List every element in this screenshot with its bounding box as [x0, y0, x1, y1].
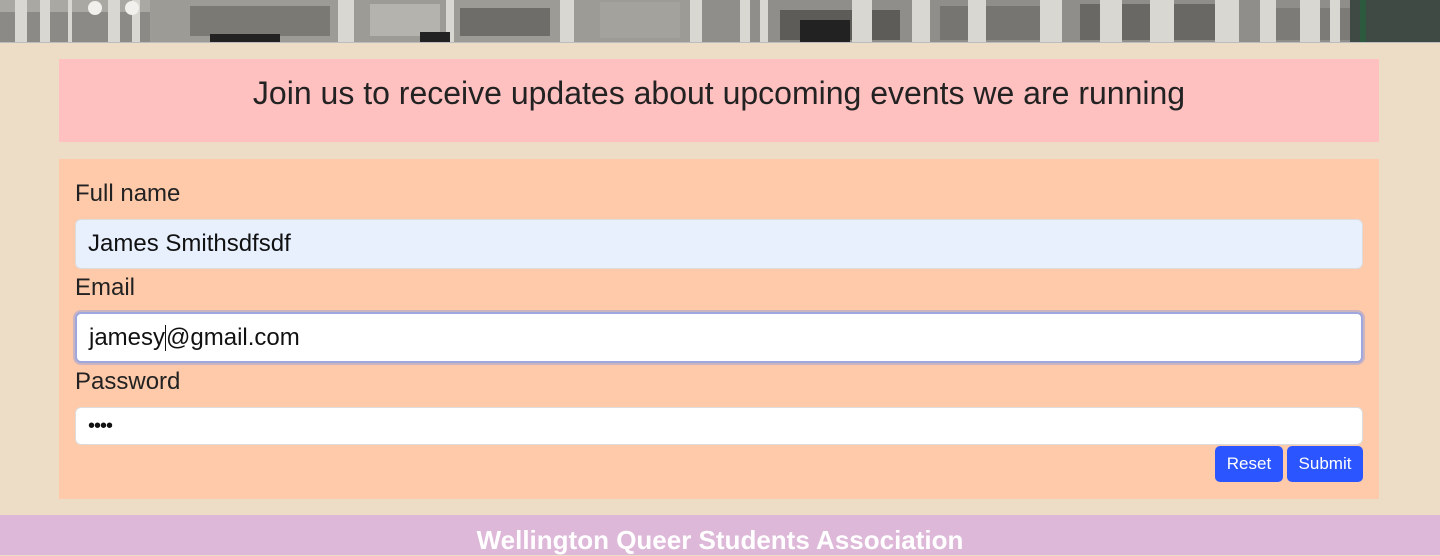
password-label: Password: [75, 368, 181, 395]
full-name-label: Full name: [75, 180, 181, 207]
signup-banner: Join us to receive updates about upcomin…: [59, 59, 1379, 142]
email-input[interactable]: jamesy @gmail.com: [75, 312, 1363, 363]
submit-button[interactable]: Submit: [1287, 446, 1363, 482]
banner-heading: Join us to receive updates about upcomin…: [252, 75, 1186, 111]
password-masked-value: ••••: [88, 414, 113, 437]
footer-title: Wellington Queer Students Association: [476, 525, 964, 555]
email-value-before-caret: jamesy: [89, 323, 166, 351]
hero-image: [0, 0, 1440, 43]
email-value-after-caret: @gmail.com: [166, 323, 300, 351]
signup-form: Full name James Smithsdfsdf Email jamesy…: [59, 159, 1379, 499]
footer: Wellington Queer Students Association: [0, 515, 1440, 555]
reset-button[interactable]: Reset: [1215, 446, 1283, 482]
password-input[interactable]: ••••: [75, 407, 1363, 445]
full-name-value: James Smithsdfsdf: [88, 230, 291, 257]
email-label: Email: [75, 274, 136, 301]
full-name-input[interactable]: James Smithsdfsdf: [75, 219, 1363, 269]
